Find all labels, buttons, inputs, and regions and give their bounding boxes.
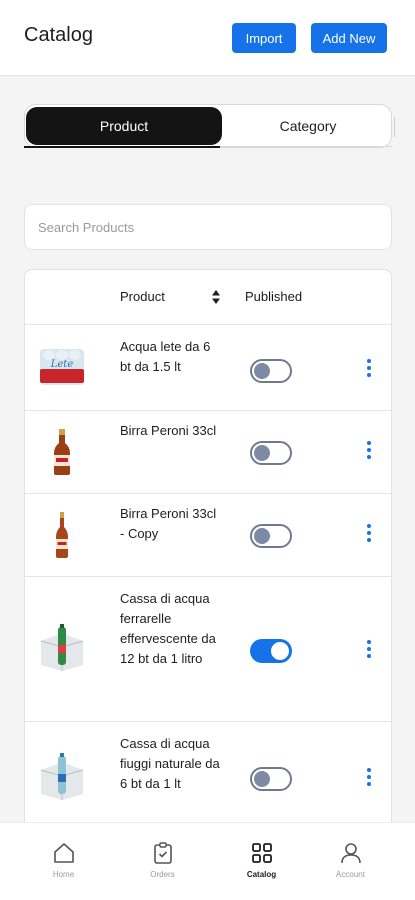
published-toggle[interactable] [250,639,292,663]
more-options-icon[interactable] [363,768,375,786]
table-header: Product Published [25,270,391,325]
published-toggle[interactable] [250,767,292,791]
toggle-knob [271,642,289,660]
nav-catalog-label: Catalog [246,870,277,879]
product-image-beer-bottle [56,512,68,558]
nav-account-label: Account [336,870,365,879]
product-name[interactable]: Cassa di acqua ferrarelle effervescente … [120,589,220,669]
table-row[interactable]: Cassa di acqua ferrarelle effervescente … [25,577,391,722]
nav-account[interactable]: Account [299,823,402,900]
more-options-icon[interactable] [363,359,375,377]
product-name[interactable]: Birra Peroni 33cl [120,421,220,441]
tab-underline-track [220,146,392,147]
product-name[interactable]: Acqua lete da 6 bt da 1.5 lt [120,337,220,377]
svg-text:Lete: Lete [50,359,74,370]
tab-divider [394,117,395,137]
tab-product[interactable]: Product [26,107,222,145]
tab-category[interactable]: Category [223,107,393,145]
add-new-button[interactable]: Add New [311,23,387,53]
table-row[interactable]: Birra Peroni 33cl [25,411,391,494]
tab-active-underline [24,146,220,148]
nav-home[interactable]: Home [12,823,115,900]
published-toggle[interactable] [250,441,292,465]
table-row[interactable]: Birra Peroni 33cl - Copy [25,494,391,577]
column-header-product[interactable]: Product [120,289,165,304]
published-toggle[interactable] [250,359,292,383]
segmented-tabs: Product Category [24,104,395,148]
app-header: Catalog Import Add New [0,0,415,76]
published-toggle[interactable] [250,524,292,548]
more-options-icon[interactable] [363,524,375,542]
products-table: Product Published Lete Acqua lete da 6 b… [24,269,392,829]
more-options-icon[interactable] [363,441,375,459]
product-name[interactable]: Cassa di acqua fiuggi naturale da 6 bt d… [120,734,220,794]
clipboard-icon [154,842,172,864]
nav-orders[interactable]: Orders [111,823,214,900]
toggle-knob [254,363,270,379]
table-row[interactable]: Lete Acqua lete da 6 bt da 1.5 lt [25,325,391,411]
product-image-beer-bottle [54,429,70,475]
bottom-navigation: Home Orders Catalog Account [0,822,415,900]
table-row[interactable]: Cassa di acqua fiuggi naturale da 6 bt d… [25,722,391,828]
nav-home-label: Home [52,870,75,879]
product-name[interactable]: Birra Peroni 33cl - Copy [120,504,220,544]
product-image-water-pack: Lete [40,349,84,385]
home-icon [54,843,74,863]
nav-orders-label: Orders [150,870,175,879]
product-image-water-crate [40,624,84,671]
toggle-knob [254,528,270,544]
import-button[interactable]: Import [232,23,296,53]
product-image-water-crate [40,753,84,800]
column-header-published[interactable]: Published [245,289,302,304]
user-icon [341,843,361,864]
more-options-icon[interactable] [363,640,375,658]
sort-icon[interactable] [211,289,221,305]
nav-catalog[interactable]: Catalog [210,823,313,900]
page-title: Catalog [24,24,93,46]
search-input[interactable] [24,204,392,250]
toggle-knob [254,445,270,461]
toggle-knob [254,771,270,787]
grid-icon [252,843,272,863]
